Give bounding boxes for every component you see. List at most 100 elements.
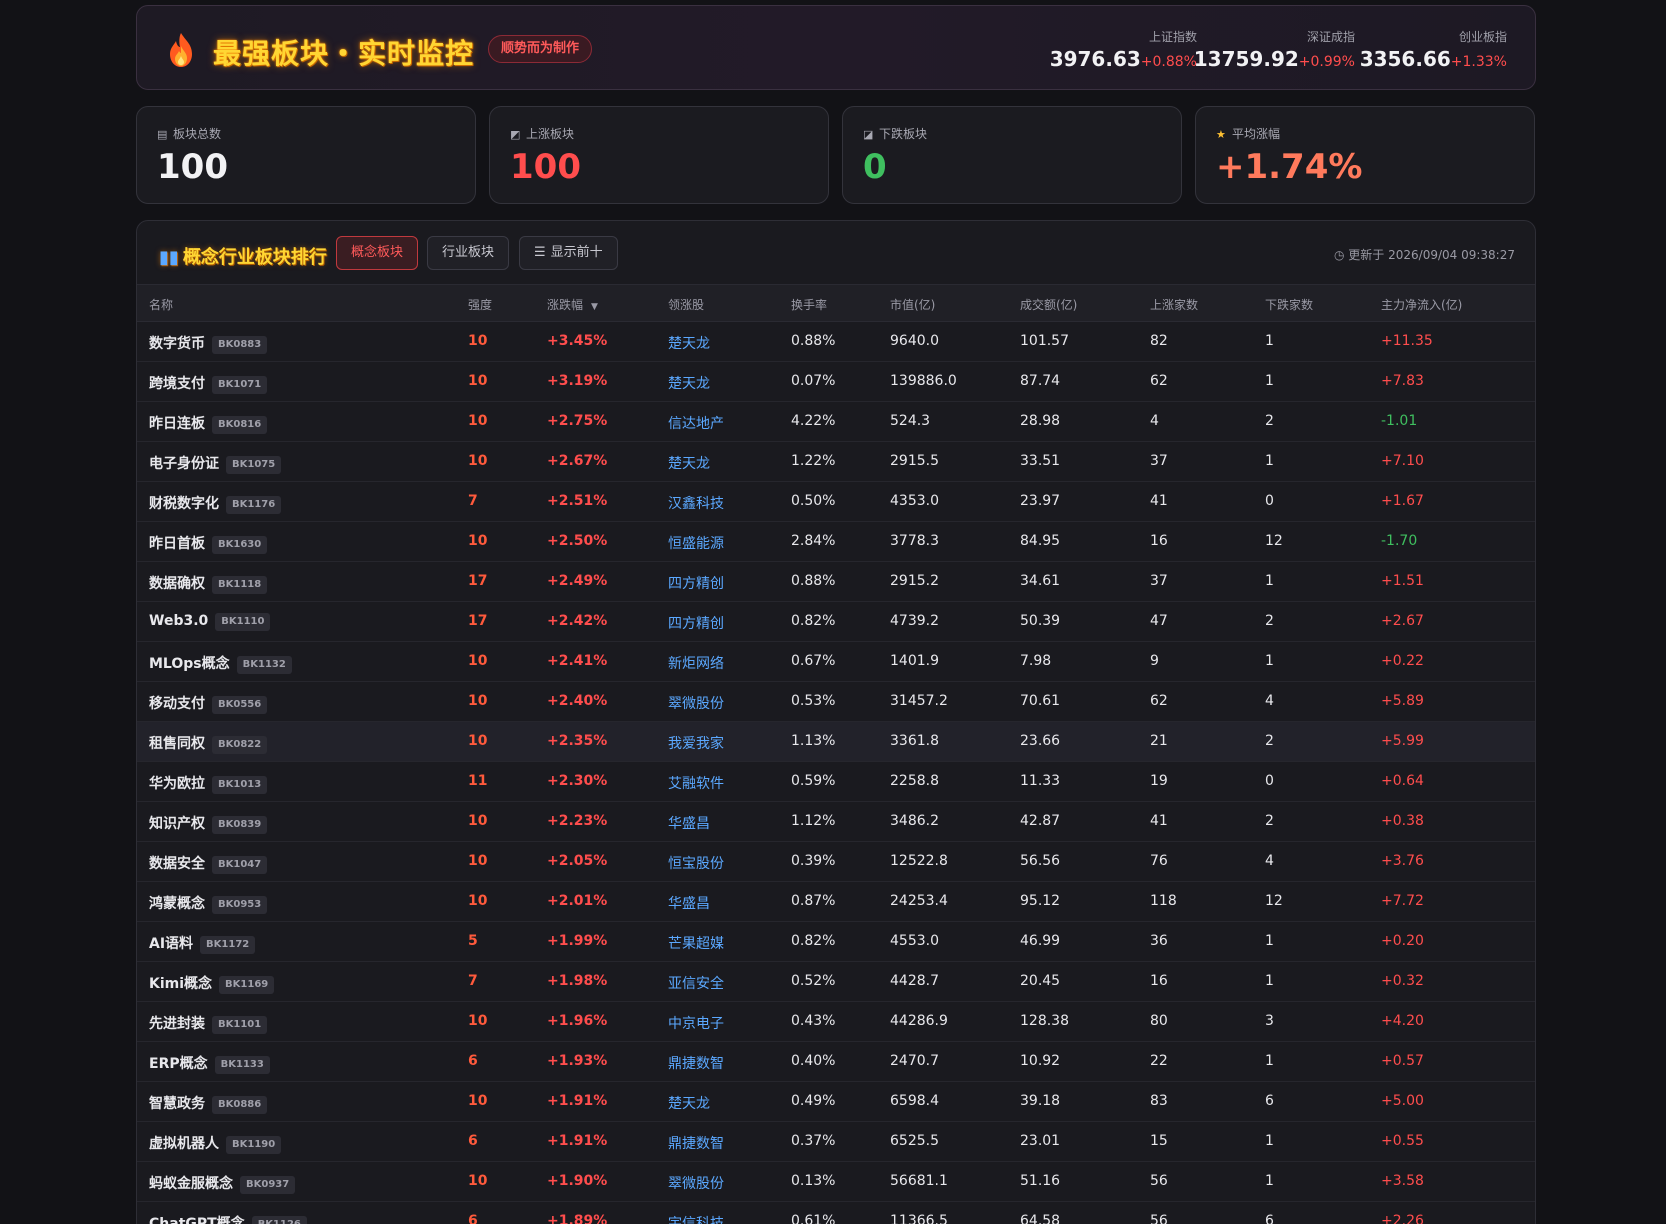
sector-amount: 56.56 [1020, 853, 1061, 869]
stat-label: 上涨板块 [526, 127, 575, 141]
leading-stock-link[interactable]: 我爱我家 [668, 733, 724, 753]
leading-stock-link[interactable]: 艾融软件 [668, 773, 724, 793]
leading-stock-link[interactable]: 恒盛能源 [668, 533, 724, 553]
index-change: +1.33% [1450, 54, 1507, 70]
sector-change: +1.98% [547, 973, 608, 989]
table-row[interactable]: 电子身份证 BK1075 10 +2.67% 楚天龙 1.22% 2915.5 33.51 37… [137, 442, 1535, 482]
table-row[interactable]: Web3.0 BK1110 17 +2.42% 四方精创 0.82% 4739.2 50.39… [137, 602, 1535, 642]
leading-stock-link[interactable]: 翠微股份 [668, 693, 724, 713]
table-row[interactable]: 华为欧拉 BK1013 11 +2.30% 艾融软件 0.59% 2258.8 11.33 19… [137, 762, 1535, 802]
sector-turnover: 0.88% [791, 573, 836, 589]
tab-industry[interactable]: 行业板块 [427, 236, 510, 270]
sector-net-inflow: -1.01 [1381, 413, 1418, 429]
col-up[interactable]: 上涨家数 [1150, 296, 1198, 313]
sector-code: BK0886 [212, 1096, 268, 1114]
sector-down-count: 1 [1265, 1173, 1274, 1189]
table-row[interactable]: 财税数字化 BK1176 7 +2.51% 汉鑫科技 0.50% 4353.0 23.97 41… [137, 482, 1535, 522]
leading-stock-link[interactable]: 鼎捷数智 [668, 1053, 724, 1073]
leading-stock-link[interactable]: 四方精创 [668, 613, 724, 633]
leading-stock-link[interactable]: 信达地产 [668, 413, 724, 433]
tab-concept[interactable]: 概念板块 [336, 236, 419, 270]
table-row[interactable]: 数据安全 BK1047 10 +2.05% 恒宝股份 0.39% 12522.8 56.56 7… [137, 842, 1535, 882]
table-row[interactable]: 知识产权 BK0839 10 +2.23% 华盛昌 1.12% 3486.2 42.87 41 2… [137, 802, 1535, 842]
table-row[interactable]: 数字货币 BK0883 10 +3.45% 楚天龙 0.88% 9640.0 101.57 82… [137, 322, 1535, 362]
leading-stock-link[interactable]: 翠微股份 [668, 1173, 724, 1193]
table-row[interactable]: 移动支付 BK0556 10 +2.40% 翠微股份 0.53% 31457.2 70.61 6… [137, 682, 1535, 722]
sector-down-count: 1 [1265, 573, 1274, 589]
show-top-ten-button[interactable]: ☰ 显示前十 [519, 236, 618, 270]
table-row[interactable]: 先进封装 BK1101 10 +1.96% 中京电子 0.43% 44286.9 128.38… [137, 1002, 1535, 1042]
sector-down-count: 6 [1265, 1213, 1274, 1224]
table-row[interactable]: 智慧政务 BK0886 10 +1.91% 楚天龙 0.49% 6598.4 39.18 83 6… [137, 1082, 1535, 1122]
sector-strength: 10 [468, 1013, 488, 1029]
updated-time: 更新于 2026/09/04 09:38:27 [1348, 248, 1515, 262]
sector-change: +2.01% [547, 893, 608, 909]
sector-cap: 11366.5 [890, 1213, 948, 1224]
sector-net-inflow: +0.57 [1381, 1053, 1424, 1069]
maker-badge: 顺势而为制作 [488, 35, 593, 63]
table-row[interactable]: 鸿蒙概念 BK0953 10 +2.01% 华盛昌 0.87% 24253.4 95.12 11… [137, 882, 1535, 922]
table-row[interactable]: 租售同权 BK0822 10 +2.35% 我爱我家 1.13% 3361.8 23.66 21… [137, 722, 1535, 762]
leading-stock-link[interactable]: 楚天龙 [668, 1093, 710, 1113]
col-name[interactable]: 名称 [149, 296, 173, 313]
index-value: 3976.63 [1049, 47, 1141, 71]
sector-name: ChatGPT概念 [149, 1216, 245, 1224]
table-row[interactable]: ERP概念 BK1133 6 +1.93% 鼎捷数智 0.40% 2470.7 10.92 22… [137, 1042, 1535, 1082]
table-row[interactable]: 蚂蚁金服概念 BK0937 10 +1.90% 翠微股份 0.13% 56681.1 51.1… [137, 1162, 1535, 1202]
table-row[interactable]: ChatGPT概念 BK1126 6 +1.89% 宇信科技 0.61% 11366.5 64… [137, 1202, 1535, 1224]
sector-turnover: 0.67% [791, 653, 836, 669]
sector-amount: 95.12 [1020, 893, 1061, 909]
leading-stock-link[interactable]: 楚天龙 [668, 333, 710, 353]
col-change[interactable]: 涨跌幅 ▼ [547, 296, 598, 313]
sector-up-count: 41 [1150, 813, 1168, 829]
leading-stock-link[interactable]: 新炬网络 [668, 653, 724, 673]
sector-strength: 10 [468, 1173, 488, 1189]
leading-stock-link[interactable]: 华盛昌 [668, 893, 710, 913]
sector-down-count: 3 [1265, 1013, 1274, 1029]
col-leader[interactable]: 领涨股 [668, 296, 704, 313]
leading-stock-link[interactable]: 芒果超媒 [668, 933, 724, 953]
table-row[interactable]: 数据确权 BK1118 17 +2.49% 四方精创 0.88% 2915.2 34.61 37… [137, 562, 1535, 602]
sector-change: +2.41% [547, 653, 608, 669]
sector-down-count: 2 [1265, 813, 1274, 829]
sector-up-count: 56 [1150, 1213, 1168, 1224]
sector-ranking-panel: ▮▮ 概念行业板块排行 概念板块 行业板块 ☰ 显示前十 ◷ 更新于 2026/09… [136, 220, 1536, 1224]
sector-net-inflow: +7.10 [1381, 453, 1424, 469]
leading-stock-link[interactable]: 中京电子 [668, 1013, 724, 1033]
col-down[interactable]: 下跌家数 [1265, 296, 1313, 313]
leading-stock-link[interactable]: 华盛昌 [668, 813, 710, 833]
leading-stock-link[interactable]: 鼎捷数智 [668, 1133, 724, 1153]
sector-cap: 24253.4 [890, 893, 948, 909]
sector-code: BK1132 [236, 656, 292, 674]
table-row[interactable]: 昨日首板 BK1630 10 +2.50% 恒盛能源 2.84% 3778.3 84.95 16… [137, 522, 1535, 562]
leading-stock-link[interactable]: 恒宝股份 [668, 853, 724, 873]
sector-change: +2.35% [547, 733, 608, 749]
leading-stock-link[interactable]: 宇信科技 [668, 1213, 724, 1224]
col-cap[interactable]: 市值(亿) [890, 296, 935, 313]
leading-stock-link[interactable]: 亚信安全 [668, 973, 724, 993]
col-turnover[interactable]: 换手率 [791, 296, 827, 313]
table-row[interactable]: 昨日连板 BK0816 10 +2.75% 信达地产 4.22% 524.3 28.98 4 2 -… [137, 402, 1535, 442]
table-row[interactable]: MLOps概念 BK1132 10 +2.41% 新炬网络 0.67% 1401.9 7.98… [137, 642, 1535, 682]
leading-stock-link[interactable]: 汉鑫科技 [668, 493, 724, 513]
col-amount[interactable]: 成交额(亿) [1020, 296, 1077, 313]
sector-cap: 3361.8 [890, 733, 939, 749]
index-value: 3356.66 [1359, 47, 1451, 71]
sector-cap: 1401.9 [890, 653, 939, 669]
col-flow[interactable]: 主力净流入(亿) [1381, 296, 1462, 313]
sector-amount: 42.87 [1020, 813, 1061, 829]
leading-stock-link[interactable]: 楚天龙 [668, 453, 710, 473]
sector-strength: 10 [468, 813, 488, 829]
col-strength[interactable]: 强度 [468, 296, 492, 313]
sector-up-count: 62 [1150, 693, 1168, 709]
leading-stock-link[interactable]: 四方精创 [668, 573, 724, 593]
table-row[interactable]: 跨境支付 BK1071 10 +3.19% 楚天龙 0.07% 139886.0 87.74 6… [137, 362, 1535, 402]
sector-change: +2.67% [547, 453, 608, 469]
sector-amount: 7.98 [1020, 653, 1052, 669]
table-row[interactable]: 虚拟机器人 BK1190 6 +1.91% 鼎捷数智 0.37% 6525.5 23.01 15… [137, 1122, 1535, 1162]
leading-stock-link[interactable]: 楚天龙 [668, 373, 710, 393]
sector-change: +2.30% [547, 773, 608, 789]
table-row[interactable]: Kimi概念 BK1169 7 +1.98% 亚信安全 0.52% 4428.7 20.45 1… [137, 962, 1535, 1002]
table-row[interactable]: AI语料 BK1172 5 +1.99% 芒果超媒 0.82% 4553.0 46.99 36 1… [137, 922, 1535, 962]
chart-down-icon: ◪ [863, 128, 874, 141]
